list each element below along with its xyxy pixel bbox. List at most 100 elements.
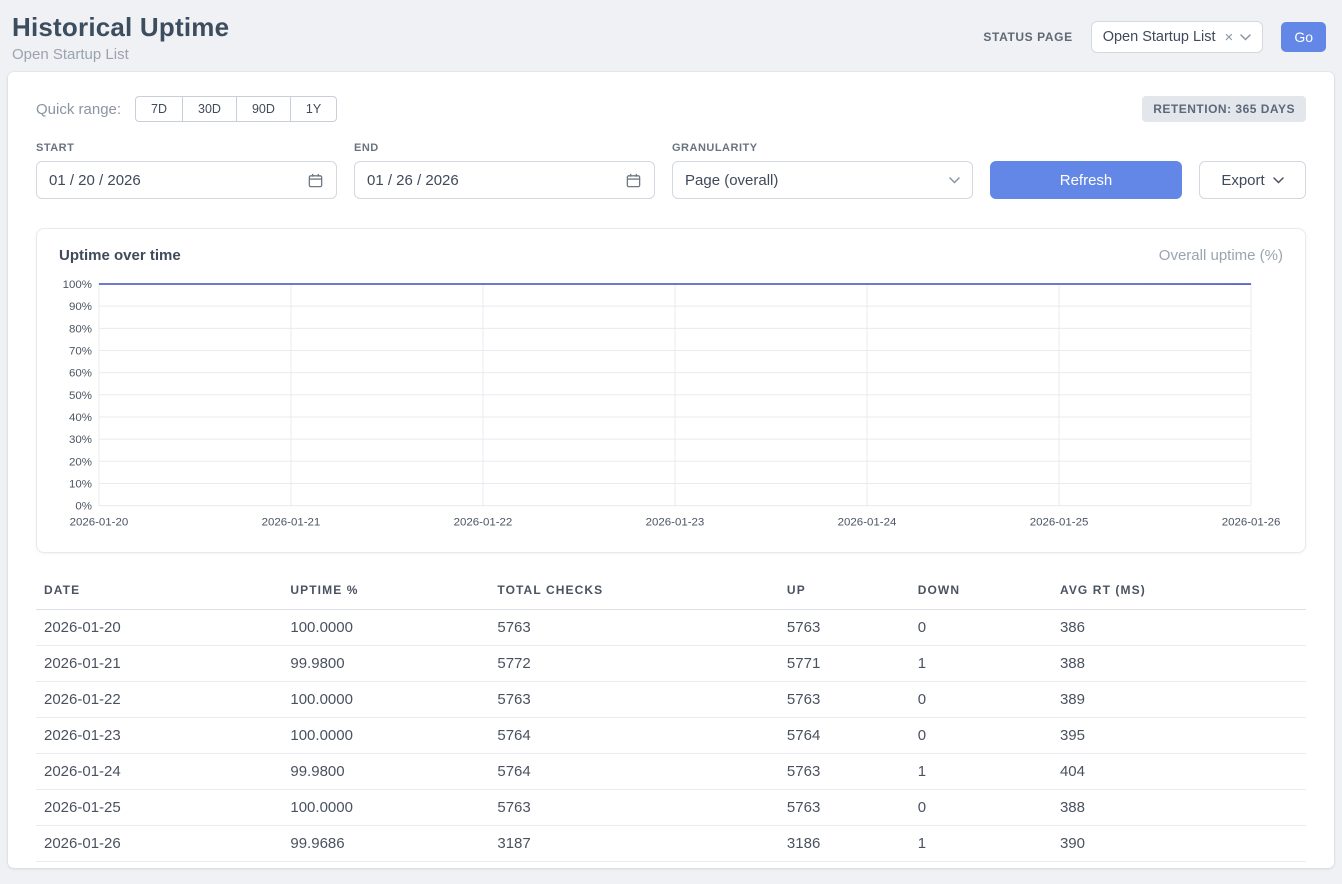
quick-range-label: Quick range: <box>36 101 121 118</box>
table-cell: 5764 <box>489 753 779 789</box>
table-row: 2026-01-2699.9686318731861390 <box>36 825 1306 861</box>
table-cell: 5771 <box>779 645 910 681</box>
table-cell: 100.0000 <box>282 681 489 717</box>
quick-range-group: 7D30D90D1Y <box>135 96 337 122</box>
filter-form-row: START 01 / 20 / 2026 END 01 / 26 / 2026 <box>36 142 1306 199</box>
export-button[interactable]: Export <box>1199 161 1306 199</box>
end-label: END <box>354 142 655 154</box>
table-cell: 100.0000 <box>282 717 489 753</box>
status-page-select[interactable]: Open Startup List × <box>1091 21 1264 53</box>
uptime-table: DATEUPTIME %TOTAL CHECKSUPDOWNAVG RT (MS… <box>36 579 1306 862</box>
table-cell: 404 <box>1052 753 1306 789</box>
table-cell: 5764 <box>779 717 910 753</box>
table-cell: 3187 <box>489 825 779 861</box>
table-cell: 1 <box>910 825 1052 861</box>
svg-text:40%: 40% <box>69 412 92 424</box>
table-cell: 395 <box>1052 717 1306 753</box>
svg-text:2026-01-20: 2026-01-20 <box>70 517 129 529</box>
svg-text:2026-01-26: 2026-01-26 <box>1222 517 1281 529</box>
column-header: DOWN <box>910 579 1052 610</box>
page-subtitle: Open Startup List <box>12 46 229 63</box>
column-header: UPTIME % <box>282 579 489 610</box>
table-cell: 5764 <box>489 717 779 753</box>
go-button[interactable]: Go <box>1281 22 1326 52</box>
table-row: 2026-01-23100.0000576457640395 <box>36 717 1306 753</box>
table-cell: 388 <box>1052 645 1306 681</box>
svg-text:2026-01-21: 2026-01-21 <box>262 517 321 529</box>
export-label: Export <box>1221 172 1264 189</box>
table-cell: 99.9800 <box>282 645 489 681</box>
calendar-icon[interactable] <box>307 172 324 189</box>
table-cell: 5763 <box>489 681 779 717</box>
granularity-value: Page (overall) <box>685 172 778 189</box>
table-cell: 100.0000 <box>282 609 489 645</box>
column-header: TOTAL CHECKS <box>489 579 779 610</box>
svg-text:60%: 60% <box>69 368 92 380</box>
title-block: Historical Uptime Open Startup List <box>12 12 229 63</box>
quick-range-30d[interactable]: 30D <box>182 96 237 122</box>
table-row: 2026-01-25100.0000576357630388 <box>36 789 1306 825</box>
granularity-select[interactable]: Page (overall) <box>672 161 973 199</box>
chart-card: Uptime over time Overall uptime (%) 0% 10… <box>36 228 1306 553</box>
table-cell: 1 <box>910 645 1052 681</box>
table-cell: 0 <box>910 609 1052 645</box>
table-cell: 3186 <box>779 825 910 861</box>
chart-series-label: Overall uptime (%) <box>1159 247 1283 264</box>
table-cell: 99.9800 <box>282 753 489 789</box>
table-cell: 5763 <box>489 789 779 825</box>
table-cell: 2026-01-20 <box>36 609 282 645</box>
svg-text:100%: 100% <box>63 279 92 291</box>
status-page-value: Open Startup List <box>1103 29 1216 45</box>
chart-header: Uptime over time Overall uptime (%) <box>59 247 1283 264</box>
table-row: 2026-01-22100.0000576357630389 <box>36 681 1306 717</box>
start-date-field-group: START 01 / 20 / 2026 <box>36 142 337 199</box>
table-cell: 5763 <box>779 609 910 645</box>
svg-text:2026-01-25: 2026-01-25 <box>1030 517 1089 529</box>
column-header: DATE <box>36 579 282 610</box>
table-cell: 0 <box>910 717 1052 753</box>
end-date-field-group: END 01 / 26 / 2026 <box>354 142 655 199</box>
svg-text:0%: 0% <box>75 501 92 513</box>
calendar-icon[interactable] <box>625 172 642 189</box>
table-cell: 0 <box>910 789 1052 825</box>
main-card: Quick range: 7D30D90D1Y RETENTION: 365 D… <box>8 72 1334 868</box>
table-cell: 5763 <box>779 789 910 825</box>
quick-range-1y[interactable]: 1Y <box>290 96 337 122</box>
column-header: AVG RT (MS) <box>1052 579 1306 610</box>
table-row: 2026-01-2199.9800577257711388 <box>36 645 1306 681</box>
topbar-controls: STATUS PAGE Open Startup List × Go <box>983 21 1326 53</box>
table-row: 2026-01-2499.9800576457631404 <box>36 753 1306 789</box>
table-cell: 386 <box>1052 609 1306 645</box>
page-title: Historical Uptime <box>12 12 229 43</box>
quick-range-7d[interactable]: 7D <box>135 96 183 122</box>
svg-text:2026-01-23: 2026-01-23 <box>646 517 705 529</box>
clear-icon[interactable]: × <box>1225 30 1234 45</box>
svg-text:30%: 30% <box>69 434 92 446</box>
table-cell: 2026-01-21 <box>36 645 282 681</box>
table-cell: 390 <box>1052 825 1306 861</box>
table-cell: 5763 <box>779 753 910 789</box>
quick-range-90d[interactable]: 90D <box>236 96 291 122</box>
chevron-down-icon <box>1273 177 1284 184</box>
table-cell: 2026-01-24 <box>36 753 282 789</box>
end-date-value: 01 / 26 / 2026 <box>367 172 459 189</box>
granularity-label: GRANULARITY <box>672 142 973 154</box>
svg-text:50%: 50% <box>69 390 92 402</box>
quick-range-row: Quick range: 7D30D90D1Y RETENTION: 365 D… <box>36 96 1306 122</box>
chevron-down-icon <box>1240 34 1251 41</box>
table-cell: 5763 <box>779 681 910 717</box>
end-date-input[interactable]: 01 / 26 / 2026 <box>354 161 655 199</box>
table-cell: 100.0000 <box>282 789 489 825</box>
svg-text:10%: 10% <box>69 478 92 490</box>
table-cell: 0 <box>910 681 1052 717</box>
start-date-input[interactable]: 01 / 20 / 2026 <box>36 161 337 199</box>
refresh-button[interactable]: Refresh <box>990 161 1182 199</box>
table-cell: 5772 <box>489 645 779 681</box>
uptime-table-body: 2026-01-20100.00005763576303862026-01-21… <box>36 609 1306 861</box>
start-date-value: 01 / 20 / 2026 <box>49 172 141 189</box>
chevron-down-icon <box>949 177 960 184</box>
uptime-chart: 0%10%20%30%40%50%60%70%80%90%100%2026-01… <box>59 276 1283 534</box>
start-label: START <box>36 142 337 154</box>
chart-title: Uptime over time <box>59 247 181 264</box>
svg-text:90%: 90% <box>69 301 92 313</box>
